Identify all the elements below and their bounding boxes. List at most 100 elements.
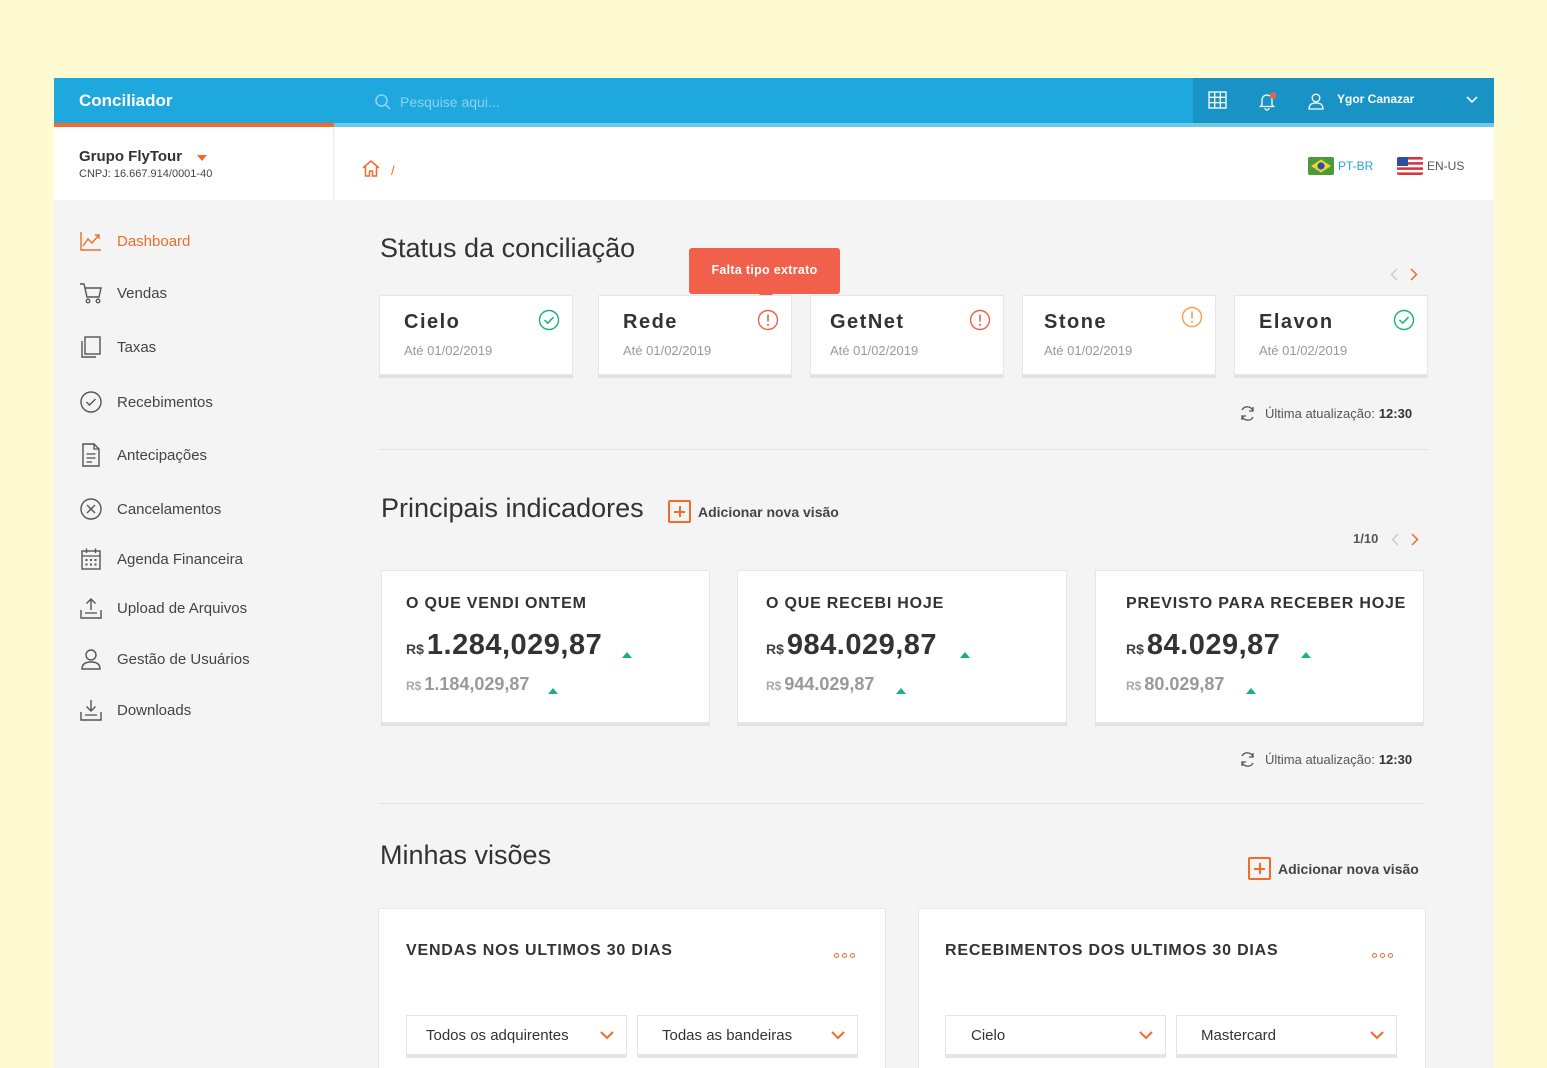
sidebar-item-recebimentos[interactable]: Recebimentos (79, 389, 213, 415)
sidebar-item-downloads[interactable]: Downloads (79, 697, 191, 723)
check-circle-icon (1393, 309, 1415, 331)
view-title: RECEBIMENTOS DOS ULTIMOS 30 DIAS (945, 942, 1279, 959)
company-cnpj: CNPJ: 16.667.914/0001-40 (79, 168, 213, 180)
lang-en-us[interactable]: EN-US (1397, 157, 1464, 175)
caret-down-icon[interactable] (197, 155, 207, 161)
acquirer-select[interactable]: Cielo (945, 1015, 1166, 1055)
add-view-label: Adicionar nova visão (1278, 860, 1419, 877)
chevron-down-icon (831, 1030, 845, 1039)
status-card-rede[interactable]: Rede Até 01/02/2019 (598, 295, 792, 375)
acquirer-select[interactable]: Todos os adquirentes (406, 1015, 627, 1055)
download-icon (79, 698, 103, 722)
chevron-down-icon (1139, 1030, 1153, 1039)
chevron-down-icon (600, 1030, 614, 1039)
lang-pt-br[interactable]: PT-BR (1308, 157, 1373, 175)
currency-symbol: R$ (1126, 679, 1142, 693)
lang-pt-br-label: PT-BR (1338, 159, 1374, 173)
sidebar-item-label: Taxas (117, 338, 157, 356)
acquirer-name: Rede (623, 311, 678, 333)
document-icon (79, 443, 103, 467)
x-circle-icon (79, 497, 103, 521)
app-title: Conciliador (79, 91, 173, 110)
card-brand-select[interactable]: Mastercard (1176, 1015, 1397, 1055)
sidebar: Dashboard Vendas Taxas Recebimentos Ante… (54, 200, 334, 1068)
status-card-cielo[interactable]: Cielo Até 01/02/2019 (379, 295, 573, 375)
section-divider (379, 449, 1428, 450)
card-brand-select[interactable]: Todas as bandeiras (637, 1015, 858, 1055)
sidebar-item-dashboard[interactable]: Dashboard (79, 228, 190, 254)
indicator-card-previsto-receber[interactable]: PREVISTO PARA RECEBER HOJE R$ 84.029,87 … (1095, 570, 1424, 723)
update-label: Última atualização: (1265, 406, 1375, 421)
update-time: 12:30 (1378, 752, 1413, 767)
sidebar-item-label: Dashboard (117, 232, 191, 250)
indicator-card-vendi-ontem[interactable]: O QUE VENDI ONTEM R$ 1.284,029,87 R$ 1.1… (381, 570, 710, 723)
sidebar-item-cancelamentos[interactable]: Cancelamentos (79, 496, 221, 522)
indicators-pager: 1/10 (1353, 531, 1379, 546)
indicators-carousel-arrows (1391, 533, 1419, 546)
update-time: 12:30 (1378, 406, 1413, 421)
user-icon[interactable] (1307, 92, 1325, 110)
chart-line-icon (79, 229, 103, 253)
status-card-stone[interactable]: Stone Até 01/02/2019 (1022, 295, 1216, 375)
copy-icon (79, 335, 103, 359)
indicator-value: R$ 84.029,87 (1126, 629, 1280, 662)
bell-icon[interactable] (1258, 91, 1278, 111)
add-view-button[interactable]: Adicionar nova visão (668, 500, 839, 523)
sidebar-item-label: Agenda Financeira (117, 550, 243, 568)
refresh-icon[interactable] (1239, 751, 1256, 768)
trend-up-icon (622, 652, 632, 658)
sidebar-item-vendas[interactable]: Vendas (79, 280, 167, 306)
search-box[interactable] (374, 90, 774, 114)
status-card-getnet[interactable]: GetNet Até 01/02/2019 (810, 295, 1004, 375)
indicators-last-update: Última atualização: 12:30 (1239, 751, 1412, 768)
currency-symbol: R$ (766, 641, 784, 657)
currency-symbol: R$ (766, 679, 782, 693)
select-value: Cielo (971, 1026, 1006, 1044)
chevron-right-icon[interactable] (1411, 533, 1419, 546)
indicator-amount: 1.284,029,87 (426, 629, 603, 661)
sidebar-item-label: Downloads (117, 701, 192, 719)
status-date: Até 01/02/2019 (1259, 343, 1348, 358)
lang-en-us-label: EN-US (1427, 159, 1465, 173)
chevron-right-icon[interactable] (1410, 268, 1418, 281)
acquirer-name: Stone (1044, 311, 1108, 333)
status-section-title: Status da conciliação (380, 233, 636, 263)
indicators-section-title: Principais indicadores (381, 493, 644, 523)
indicator-title: O QUE RECEBI HOJE (766, 595, 945, 612)
sidebar-item-agenda-financeira[interactable]: Agenda Financeira (79, 546, 243, 572)
user-name[interactable]: Ygor Canazar (1337, 92, 1414, 106)
status-card-elavon[interactable]: Elavon Até 01/02/2019 (1234, 295, 1428, 375)
search-input[interactable] (400, 94, 700, 110)
more-options-icon[interactable] (834, 953, 855, 958)
status-carousel-arrows (1390, 268, 1418, 281)
refresh-icon[interactable] (1239, 405, 1256, 422)
status-date: Até 01/02/2019 (1044, 343, 1133, 358)
add-view-button[interactable]: Adicionar nova visão (1248, 857, 1419, 880)
sidebar-item-label: Cancelamentos (117, 500, 222, 518)
trend-up-icon (548, 688, 558, 694)
chevron-down-icon[interactable] (1466, 96, 1478, 104)
sidebar-item-taxas[interactable]: Taxas (79, 334, 156, 360)
indicator-previous-value: R$ 1.184,029,87 (406, 674, 529, 695)
views-section-title: Minhas visões (380, 840, 552, 870)
warning-circle-icon (1181, 306, 1203, 328)
sidebar-item-upload-de-arquivos[interactable]: Upload de Arquivos (79, 595, 247, 621)
indicator-value: R$ 984.029,87 (766, 629, 937, 662)
user-icon (79, 647, 103, 671)
sidebar-item-gestao-de-usuarios[interactable]: Gestão de Usuários (79, 646, 250, 672)
alert-circle-icon (969, 309, 991, 331)
chevron-left-icon[interactable] (1391, 533, 1399, 546)
grid-icon[interactable] (1208, 91, 1227, 109)
company-selector[interactable]: Grupo FlyTour CNPJ: 16.667.914/0001-40 (54, 127, 334, 200)
more-options-icon[interactable] (1372, 953, 1393, 958)
chevron-left-icon[interactable] (1390, 268, 1398, 281)
update-label: Última atualização: (1265, 752, 1375, 767)
indicator-card-recebi-hoje[interactable]: O QUE RECEBI HOJE R$ 984.029,87 R$ 944.0… (737, 570, 1067, 723)
brand[interactable]: Conciliador (54, 78, 334, 127)
sidebar-item-label: Vendas (117, 284, 168, 302)
sidebar-item-antecipacoes[interactable]: Antecipações (79, 442, 207, 468)
home-icon[interactable] (362, 160, 380, 177)
view-card-vendas: VENDAS NOS ULTIMOS 30 DIAS Todos os adqu… (378, 908, 886, 1068)
indicator-previous-value: R$ 80.029,87 (1126, 674, 1224, 695)
currency-symbol: R$ (1126, 641, 1144, 657)
